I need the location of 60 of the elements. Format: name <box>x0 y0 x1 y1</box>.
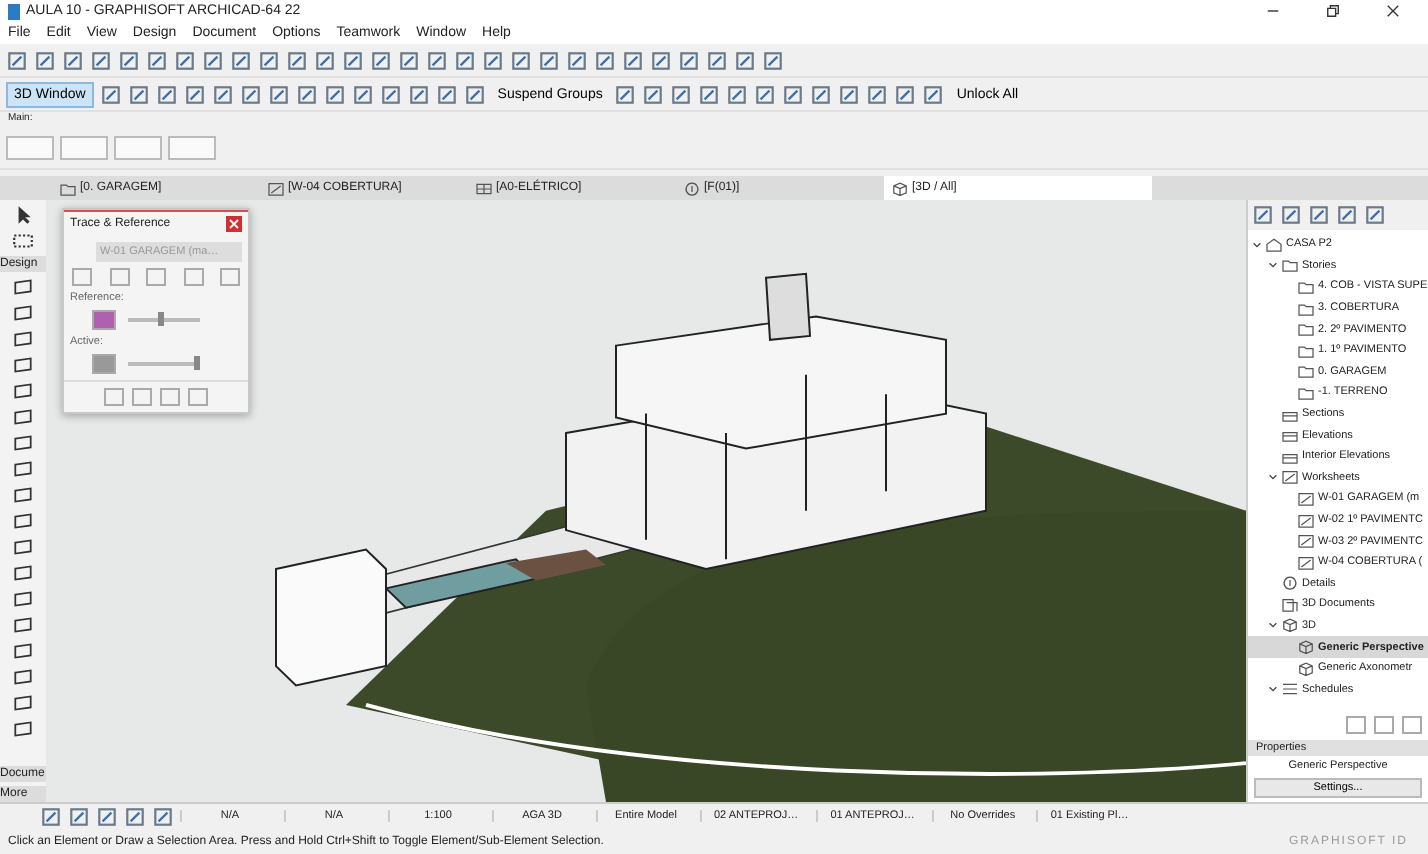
tool-icon[interactable] <box>12 666 34 688</box>
tool-icon[interactable] <box>12 432 34 454</box>
worksheet-icon <box>1298 513 1314 528</box>
color-swatch[interactable] <box>92 354 116 374</box>
chevron-icon[interactable] <box>1268 684 1278 695</box>
tool-icon[interactable] <box>12 380 34 402</box>
navigator-icon[interactable] <box>1252 204 1274 226</box>
tool-icon[interactable] <box>12 536 34 558</box>
navigator-icon[interactable] <box>1364 204 1386 226</box>
list-icon <box>1282 682 1298 697</box>
detail-icon <box>1282 576 1298 591</box>
cube-icon <box>1282 618 1298 633</box>
document-icon <box>1282 597 1298 612</box>
worksheet-icon <box>1298 534 1314 549</box>
tool-icon[interactable] <box>12 458 34 480</box>
detail-icon <box>684 181 700 195</box>
view-control-icon[interactable] <box>96 805 118 827</box>
section-icon <box>1282 449 1298 464</box>
tool-icon[interactable] <box>12 510 34 532</box>
worksheet-icon <box>1298 555 1314 570</box>
tool-icon[interactable] <box>12 718 34 740</box>
worksheet-icon <box>268 181 284 195</box>
navigator-icon[interactable] <box>1308 204 1330 226</box>
app-icon <box>8 3 20 19</box>
section-icon <box>1282 407 1298 422</box>
tool-icon[interactable] <box>12 562 34 584</box>
tool-icon[interactable] <box>12 406 34 428</box>
view-control-icon[interactable] <box>152 805 174 827</box>
tool-icon[interactable] <box>12 484 34 506</box>
view-control-icon[interactable] <box>40 805 62 827</box>
tool-icon[interactable] <box>12 354 34 376</box>
tool-icon[interactable] <box>12 276 34 298</box>
navigator-icon[interactable] <box>1280 204 1302 226</box>
layout-icon <box>476 181 492 195</box>
chevron-icon[interactable] <box>1268 472 1278 483</box>
folder-icon <box>60 181 76 195</box>
cube-icon <box>892 181 908 195</box>
house-icon <box>1266 237 1282 252</box>
color-swatch[interactable] <box>92 310 116 330</box>
tool-icon[interactable] <box>12 328 34 350</box>
tool-icon[interactable] <box>12 640 34 662</box>
cube-icon <box>1298 640 1314 655</box>
worksheet-icon <box>1282 470 1298 485</box>
tool-icon[interactable] <box>12 302 34 324</box>
navigator-icon[interactable] <box>1336 204 1358 226</box>
close-icon[interactable] <box>1386 4 1400 18</box>
minimize-icon[interactable] <box>1266 4 1280 18</box>
slider-thumb[interactable] <box>158 312 165 326</box>
tool-icon[interactable] <box>12 588 34 610</box>
view-control-icon[interactable] <box>68 805 90 827</box>
chevron-icon[interactable] <box>1268 620 1278 631</box>
view-control-icon[interactable] <box>124 805 146 827</box>
slider-thumb[interactable] <box>194 356 201 370</box>
cube-icon <box>1298 661 1314 676</box>
restore-icon[interactable] <box>1326 4 1340 18</box>
tool-icon[interactable] <box>12 614 34 636</box>
marquee-icon[interactable] <box>12 230 34 252</box>
worksheet-icon <box>1298 491 1314 506</box>
tool-icon[interactable] <box>12 692 34 714</box>
section-icon <box>1282 428 1298 443</box>
